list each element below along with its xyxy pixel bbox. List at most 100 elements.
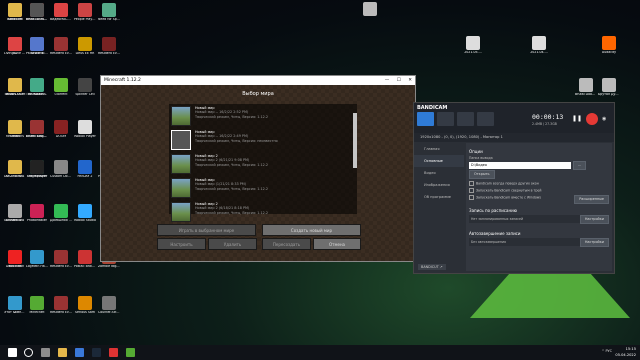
bandicut-button[interactable]: BANDICUT ↗ [418, 264, 446, 270]
desktop-icon-label: Brutal Doom v21 PCE [575, 93, 597, 96]
world-entry[interactable]: Новый мир Новый мир (1/21/21 8:33 PM) Твор… [171, 178, 357, 200]
desktop-icon[interactable]: ВидеоМАСТЕР [50, 3, 72, 22]
recreate-world-button[interactable]: Пересоздать [262, 238, 311, 250]
world-entry[interactable]: Новый мир Новый мир -- 16/2/22 2:49 PM) Тв… [171, 130, 357, 152]
create-world-button[interactable]: Создать новый мир [262, 224, 361, 236]
explorer-icon[interactable] [58, 348, 67, 357]
world-entry[interactable]: Новый мир 2 Новый мир 2 (6/18/21 8:18 PM)… [171, 202, 357, 224]
desktop-icon[interactable]: Resident Evil 7 [98, 37, 120, 56]
world-list[interactable]: Новый мир Новый мир -- 16/2/22 2:52 PM) Тв… [169, 104, 357, 222]
nav-video[interactable]: Видео [414, 167, 464, 179]
bandicam-sidebar: Главная Основные Видео Изображения Об пр… [414, 143, 464, 273]
desktop-icon[interactable]: Postal: Brain Damaged [74, 250, 96, 269]
search-icon[interactable] [24, 348, 33, 357]
desktop-icon[interactable]: Discord [26, 37, 48, 56]
edit-world-button[interactable]: Настроить [157, 238, 206, 250]
desktop-icon[interactable]: Living Live Scenes [4, 37, 26, 56]
screenshot-icon[interactable]: ◉ [602, 116, 606, 122]
system-tray[interactable]: ^ РУС [602, 349, 612, 353]
scrollbar[interactable] [353, 113, 357, 168]
clock[interactable]: 15:15 05.04.2022 [615, 346, 636, 358]
desktop-icon[interactable]: Roblox Studio [74, 204, 96, 223]
desktop-icon[interactable]: Roblox Player [74, 120, 96, 139]
close-icon[interactable]: ✕ [408, 78, 412, 83]
device-mode-icon[interactable] [477, 112, 494, 126]
nav-image[interactable]: Изображения [414, 179, 464, 191]
open-folder-button[interactable]: Открыть [469, 170, 495, 179]
nav-home[interactable]: Главная [414, 143, 464, 155]
pause-icon[interactable]: ❚❚ [572, 115, 582, 122]
autostop-settings-button[interactable]: Настройки [579, 237, 609, 247]
desktop-icon[interactable]: LogMeIn Hamachi [26, 250, 48, 269]
desktop-icon[interactable]: The Punisher [26, 160, 48, 179]
desktop-icon-label: Roblox Studio [74, 219, 96, 222]
output-folder-field[interactable]: D:\Видео [469, 162, 571, 169]
desktop-icon[interactable]: Домашняя Фотостудия [50, 204, 72, 223]
start-icon[interactable] [8, 348, 17, 357]
bandicam-taskbar-icon[interactable] [109, 348, 118, 357]
desktop-icon[interactable]: 2021-04-... [528, 36, 550, 55]
desktop-icon[interactable]: Deus Ex HR [74, 37, 96, 56]
desktop-icon[interactable]: Brutal DOOM ENHANCED [26, 3, 48, 22]
game-mode-icon[interactable] [457, 112, 474, 126]
minecraft-taskbar-icon[interactable] [126, 348, 135, 357]
desktop-icon[interactable]: Custom Doodle [50, 160, 72, 179]
desktop-icon[interactable]: lv — копия [4, 160, 26, 179]
desktop-icon[interactable] [359, 2, 381, 17]
desktop-icon[interactable]: uTorrent [50, 78, 72, 97]
delete-world-button[interactable]: Удалить [208, 238, 257, 250]
desktop-icon[interactable]: Brutal Doom v21 PCE [575, 78, 597, 97]
desktop-icon[interactable]: Resident Evil 2 - Leon [50, 296, 72, 315]
desktop-icon[interactable]: DOOM [50, 120, 72, 139]
cancel-button[interactable]: Отмена [313, 238, 361, 250]
desktop-icon-label: hellmisions [6, 135, 24, 138]
bandicam-window[interactable]: BANDICAM 00:00:13 2.4MB / 27.3GB ❚❚ ◉ 19… [413, 102, 615, 274]
desktop-icon[interactable]: Этот компьютер [4, 296, 26, 315]
desktop-icon[interactable]: Sanctum [4, 3, 26, 22]
desktop-icon[interactable]: hellmisions [4, 120, 26, 139]
desktop-icon[interactable]: Брутал Дум V21 ПСЕ [598, 78, 620, 97]
maximize-icon[interactable]: ☐ [397, 78, 401, 83]
edge-icon[interactable] [75, 348, 84, 357]
screen-mode-icon[interactable] [417, 112, 434, 126]
desktop-icon[interactable]: Minecraft [26, 296, 48, 315]
advanced-button[interactable]: Расширенные [574, 195, 609, 204]
world-entry[interactable]: Новый мир Новый мир -- 16/2/22 2:52 PM) Тв… [171, 106, 357, 128]
app-icon [102, 296, 116, 310]
play-world-button[interactable]: Играть в выбранном мире [157, 224, 256, 236]
desktop-icon[interactable]: Resident Evil 3 [50, 37, 72, 56]
desktop-icon[interactable]: 2021-05-... [462, 36, 484, 55]
start-minimized-checkbox[interactable]: Запускать Bandicam свернутым в трей [469, 188, 609, 193]
browse-button[interactable]: ... [572, 161, 586, 170]
nav-general[interactable]: Основные [414, 155, 464, 167]
always-on-top-checkbox[interactable]: Bandicam всегда поверх других окон [469, 181, 609, 186]
desktop-icon[interactable]: People Playground [74, 3, 96, 22]
desktop-icon[interactable]: PAYDAY 2 [74, 160, 96, 179]
task-view-icon[interactable] [41, 348, 50, 357]
nav-about[interactable]: Об программе [414, 191, 464, 203]
region-mode-icon[interactable] [437, 112, 454, 126]
minimize-icon[interactable]: — [385, 78, 390, 83]
desktop-icon[interactable]: Audacity [598, 36, 620, 55]
start-with-windows-checkbox[interactable]: Запускать Bandicam вместе с Windows Расш… [469, 195, 609, 204]
desktop-icon[interactable]: Resident Evil 2 - Claire [50, 250, 72, 269]
app-icon [102, 3, 116, 17]
minecraft-window[interactable]: Minecraft 1.12.2 — ☐ ✕ Выбор мира Новый … [100, 75, 416, 262]
desktop-icon[interactable]: Splinter Cell [74, 78, 96, 97]
desktop-icon[interactable]: BlueStacks [26, 78, 48, 97]
steam-taskbar-icon[interactable] [92, 348, 101, 357]
desktop-icon[interactable]: Brutal Doom Black Edition [26, 120, 48, 139]
desktop-icon-label: Sanctum [7, 18, 23, 21]
world-entry[interactable]: Новый мир 2 Новый мир 2 (6/21/21 9:08 PM)… [171, 154, 357, 176]
desktop-icon[interactable]: PhotoMaster [26, 204, 48, 223]
window-titlebar[interactable]: Minecraft 1.12.2 — ☐ ✕ [101, 76, 415, 85]
desktop-icon[interactable]: YouTube [4, 250, 26, 269]
desktop-icon[interactable]: Brutal DOOM [4, 78, 26, 97]
desktop-icon[interactable]: Counter-Strike 1.6 [98, 296, 120, 315]
schedule-settings-button[interactable]: Настройки [579, 214, 609, 224]
desktop-icon[interactable]: Ultimate Doom [4, 204, 26, 223]
record-button[interactable] [586, 113, 598, 125]
desktop-icon[interactable]: Need for Speed [98, 3, 120, 22]
desktop-icon[interactable]: Serious Sam [74, 296, 96, 315]
desktop-icon-label: DOOM [55, 135, 67, 138]
